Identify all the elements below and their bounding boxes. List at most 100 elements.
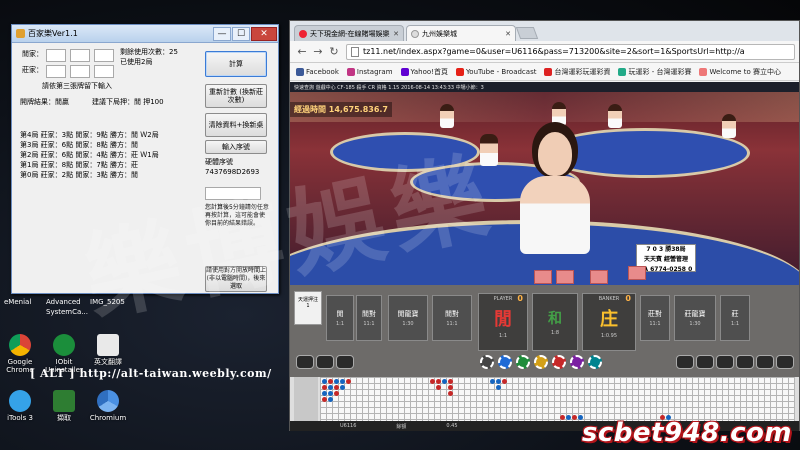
bookmarks-bar: Facebook Instagram Yahoo!首頁 YouTube - Br… xyxy=(290,63,799,81)
bet-banker-main[interactable]: BANKER 0 庄 1:0.95 xyxy=(582,293,636,351)
control-button[interactable] xyxy=(316,355,334,369)
side-bet-panel[interactable]: 天運押注 1 xyxy=(294,291,322,325)
control-button[interactable] xyxy=(696,355,714,369)
lottery-icon xyxy=(618,67,627,76)
balance-value: 0.45 xyxy=(446,423,458,429)
player-card-1[interactable] xyxy=(46,65,66,78)
address-bar: ← → ↻ tz11.net/index.aspx?game=0&user=U6… xyxy=(290,41,799,63)
bg-dealer xyxy=(440,104,454,128)
chip[interactable] xyxy=(588,355,602,369)
desktop-icon-translate[interactable]: 英文翻譯 xyxy=(80,334,136,366)
bookmark-taiwan-lottery[interactable]: 台灣運彩玩運彩資 xyxy=(544,67,610,77)
reset-count-button[interactable]: 重新計數 (換新莊次數) xyxy=(205,84,267,108)
chip[interactable] xyxy=(480,355,494,369)
bet-player[interactable]: 閒 1:1 xyxy=(326,295,354,341)
chip[interactable] xyxy=(498,355,512,369)
facebook-icon xyxy=(296,67,304,76)
bookmark-play-lottery[interactable]: 玩運彩 - 台灣運彩賽 xyxy=(618,67,691,77)
bookmark-instagram[interactable]: Instagram xyxy=(346,67,393,76)
chip[interactable] xyxy=(534,355,548,369)
bg-dealer xyxy=(480,134,498,166)
maximize-button[interactable]: ☐ xyxy=(232,26,250,41)
banker-card-2[interactable] xyxy=(70,49,90,62)
clock-note-button[interactable]: 請使用對方開放時間上(非以電腦時間)，後來選取 xyxy=(205,266,267,292)
balance-label: 餘額 xyxy=(396,423,407,430)
serial-value: 7437698D2693 xyxy=(205,168,260,176)
chip[interactable] xyxy=(552,355,566,369)
calculate-button[interactable]: 計算 xyxy=(205,51,267,77)
bet-tie[interactable]: 和 1:8 xyxy=(532,293,578,351)
desktop-label-emenial[interactable]: eMenial xyxy=(4,298,31,306)
banker-label: 閒家： xyxy=(22,50,43,58)
control-button[interactable] xyxy=(716,355,734,369)
close-button[interactable]: ✕ xyxy=(251,26,277,41)
keyboard-icon xyxy=(97,334,119,356)
capture-icon xyxy=(53,390,75,412)
chrome-icon xyxy=(9,334,31,356)
bet-player-main[interactable]: PLAYER 0 閒 1:1 xyxy=(478,293,528,351)
control-button[interactable] xyxy=(776,355,794,369)
url-input[interactable]: tz11.net/index.aspx?game=0&user=U6116&pa… xyxy=(346,43,795,60)
close-tab-icon[interactable]: ✕ xyxy=(505,30,511,38)
usage-remaining: 剩餘使用次數：25 xyxy=(120,48,178,56)
bet-player-dragon[interactable]: 閒龍寶 1:30 xyxy=(388,295,428,341)
bg-dealer xyxy=(552,102,566,126)
control-button[interactable] xyxy=(296,355,314,369)
roadmap xyxy=(290,377,799,421)
youtube-icon xyxy=(455,67,464,76)
control-button[interactable] xyxy=(756,355,774,369)
tab-casino-home[interactable]: 天下現金網-在線賭場娛樂 ✕ xyxy=(294,25,404,41)
tool-titlebar[interactable]: 百家樂Ver1.1 — ☐ ✕ xyxy=(12,25,278,43)
bg-dealer xyxy=(608,104,622,128)
bet-player-pair-left[interactable]: 閒對 11:1 xyxy=(356,295,382,341)
desktop-label-img[interactable]: IMG_5205 xyxy=(90,298,125,306)
bookmark-yahoo[interactable]: Yahoo!首頁 xyxy=(400,67,448,77)
baccarat-tool-window: 百家樂Ver1.1 — ☐ ✕ 閒家： 莊家： 剩餘使用次數：25 已使用2局 … xyxy=(11,24,279,294)
chip[interactable] xyxy=(516,355,530,369)
casino-favicon xyxy=(299,29,307,38)
reload-icon[interactable]: ↻ xyxy=(326,45,342,58)
bet-banker-dragon[interactable]: 莊龍寶 1:30 xyxy=(674,295,716,341)
usage-note: 您計算後5分鐘請勿任意再按計算，這可能會使你目前的結果錯誤。 xyxy=(205,204,269,227)
roadmap-side xyxy=(294,377,318,421)
chip[interactable] xyxy=(570,355,584,369)
desktop-label-systemcare[interactable]: SystemCa... xyxy=(46,308,88,316)
user-id: U6116 xyxy=(340,423,357,429)
log-row: 第4局 莊家：3點 閒家：9點 勝方：閒 Ｗ2局 xyxy=(20,131,159,139)
bet-banker-pair[interactable]: 莊對 11:1 xyxy=(640,295,670,341)
main-dealer xyxy=(520,132,590,254)
player-card-3[interactable] xyxy=(94,65,114,78)
control-button[interactable] xyxy=(336,355,354,369)
minimize-button[interactable]: — xyxy=(213,26,231,41)
chromium-icon xyxy=(97,390,119,412)
new-tab-button[interactable] xyxy=(515,27,539,39)
clear-data-button[interactable]: 清除資料+換新桌 xyxy=(205,113,267,137)
desktop-icon-chromium[interactable]: Chromium xyxy=(80,390,136,422)
bookmark-facebook[interactable]: Facebook xyxy=(296,67,339,76)
brand-logo-text: scbet948.com xyxy=(581,418,792,448)
control-button[interactable] xyxy=(736,355,754,369)
instagram-icon xyxy=(346,67,355,76)
log-row: 第1局 莊家：8點 閒家：7點 勝方：莊 xyxy=(20,161,139,169)
banker-card-3[interactable] xyxy=(94,49,114,62)
welcome-icon xyxy=(699,67,708,76)
close-tab-icon[interactable]: ✕ xyxy=(393,30,399,38)
control-button[interactable] xyxy=(676,355,694,369)
banker-card-1[interactable] xyxy=(46,49,66,62)
back-icon[interactable]: ← xyxy=(294,45,310,58)
bookmark-youtube[interactable]: YouTube - Broadcast xyxy=(455,67,536,76)
playing-card xyxy=(590,270,608,284)
forward-icon[interactable]: → xyxy=(310,45,326,58)
tool-title: 百家樂Ver1.1 xyxy=(28,29,78,38)
yahoo-icon xyxy=(400,67,409,76)
enter-serial-button[interactable]: 輸入序號 xyxy=(205,140,267,154)
bet-player-pair[interactable]: 閒對 11:1 xyxy=(432,295,472,341)
round-log: 第4局 莊家：3點 閒家：9點 勝方：閒 Ｗ2局 第3局 莊家：6點 閒家：8點… xyxy=(20,130,190,180)
bookmark-welcome[interactable]: Welcome to 賽立中心 xyxy=(699,67,781,77)
desktop-label-advanced[interactable]: Advanced xyxy=(46,298,81,306)
serial-input[interactable] xyxy=(205,187,261,200)
player-card-2[interactable] xyxy=(70,65,90,78)
log-row: 第0局 莊家：2點 閒家：3點 勝方：閒 xyxy=(20,171,139,179)
tab-jiuzhou[interactable]: 九州娛樂城 ✕ xyxy=(406,25,516,41)
bet-banker[interactable]: 莊 1:1 xyxy=(720,295,750,341)
